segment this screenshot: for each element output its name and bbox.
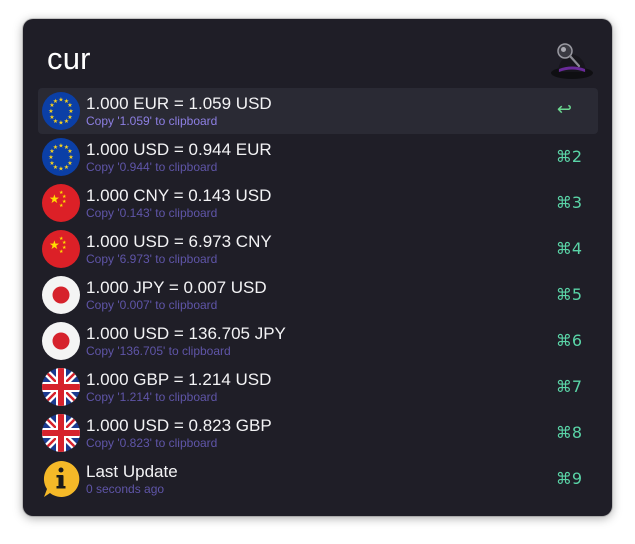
result-title: 1.000 USD = 136.705 JPY	[86, 324, 286, 343]
result-row[interactable]: 1.000 USD = 0.823 GBP Copy '0.823' to cli…	[38, 410, 598, 456]
svg-text:★: ★	[49, 114, 54, 121]
eu-flag-icon: ★ ★ ★ ★ ★ ★ ★ ★ ★ ★ ★ ★	[42, 138, 80, 176]
svg-text:★: ★	[48, 154, 53, 161]
command-shortcut: ⌘2	[555, 147, 582, 166]
command-shortcut: ⌘6	[555, 331, 582, 350]
result-title: 1.000 GBP = 1.214 USD	[86, 370, 272, 389]
japan-flag-icon	[42, 276, 80, 314]
command-shortcut: ⌘8	[555, 423, 582, 442]
result-row[interactable]: ★ ★ ★ ★ ★ 1.000 USD = 6.973 CNY Copy '6.973…	[38, 226, 598, 272]
svg-text:★: ★	[49, 160, 54, 167]
japan-flag-icon	[42, 322, 80, 360]
svg-text:★: ★	[53, 144, 58, 151]
info-bubble-icon	[42, 460, 80, 498]
result-subtitle: Copy '6.973' to clipboard	[86, 252, 218, 266]
result-row[interactable]: Last Update 0 seconds ago ⌘9	[38, 456, 598, 502]
result-title: 1.000 USD = 0.944 EUR	[86, 140, 272, 159]
svg-text:★: ★	[64, 118, 69, 125]
result-subtitle: Copy '0.143' to clipboard	[86, 206, 218, 220]
command-shortcut: ⌘4	[555, 239, 582, 258]
result-row[interactable]: 1.000 USD = 136.705 JPY Copy '136.705' to…	[38, 318, 598, 364]
svg-text:★: ★	[59, 249, 64, 255]
china-flag-icon: ★ ★ ★ ★ ★	[42, 184, 80, 222]
result-row[interactable]: ★ ★ ★ ★ ★ ★ ★ ★ ★ ★ ★ ★ 1.000 USD = 0.944 EUR Cop…	[38, 134, 598, 180]
result-row[interactable]: ★ ★ ★ ★ ★ ★ ★ ★ ★ ★ ★ ★ 1.000 EUR = 1.059 USD Cop…	[38, 88, 598, 134]
svg-text:★: ★	[53, 98, 58, 105]
result-subtitle: Copy '136.705' to clipboard	[86, 344, 231, 358]
result-title: 1.000 USD = 6.973 CNY	[86, 232, 272, 251]
svg-text:★: ★	[48, 108, 53, 115]
svg-text:★: ★	[64, 164, 69, 171]
result-row[interactable]: 1.000 GBP = 1.214 USD Copy '1.214' to cli…	[38, 364, 598, 410]
command-shortcut: ⌘3	[555, 193, 582, 212]
result-subtitle: 0 seconds ago	[86, 482, 165, 496]
result-title: 1.000 EUR = 1.059 USD	[86, 94, 272, 113]
uk-flag-icon	[42, 414, 80, 452]
china-flag-icon: ★ ★ ★ ★ ★	[42, 230, 80, 268]
command-shortcut: ⌘9	[555, 469, 582, 488]
result-row[interactable]: 1.000 JPY = 0.007 USD Copy '0.007' to cli…	[38, 272, 598, 318]
result-title: 1.000 JPY = 0.007 USD	[86, 278, 267, 297]
result-subtitle: Copy '0.944' to clipboard	[86, 160, 218, 174]
eu-flag-icon: ★ ★ ★ ★ ★ ★ ★ ★ ★ ★ ★ ★	[42, 92, 80, 130]
launcher-window: ★★★ ★★★ ★★★ ★★★ 1.000 EUR = 1.059 USDCop…	[23, 19, 612, 516]
result-subtitle: Copy '0.007' to clipboard	[86, 298, 218, 312]
result-title: Last Update	[86, 462, 178, 481]
result-title: 1.000 USD = 0.823 GBP	[86, 416, 272, 435]
return-key-shortcut: ↩	[556, 99, 572, 120]
result-row[interactable]: ★ ★ ★ ★ ★ 1.000 CNY = 0.143 USD Copy '0.143…	[38, 180, 598, 226]
result-subtitle: Copy '1.059' to clipboard	[86, 114, 218, 128]
svg-text:★: ★	[58, 120, 63, 127]
command-shortcut: ⌘7	[555, 377, 582, 396]
search-input[interactable]	[47, 41, 527, 77]
result-subtitle: Copy '1.214' to clipboard	[86, 390, 218, 404]
alfred-hat-icon	[551, 43, 593, 79]
uk-flag-icon	[42, 368, 80, 406]
result-title: 1.000 CNY = 0.143 USD	[86, 186, 272, 205]
command-shortcut: ⌘5	[555, 285, 582, 304]
results-list: ★ ★ ★ ★ ★ ★ ★ ★ ★ ★ ★ ★ 1.000 EUR = 1.059 USD Cop…	[38, 88, 598, 502]
result-subtitle: Copy '0.823' to clipboard	[86, 436, 218, 450]
svg-text:★: ★	[58, 166, 63, 173]
svg-text:★: ★	[59, 203, 64, 209]
